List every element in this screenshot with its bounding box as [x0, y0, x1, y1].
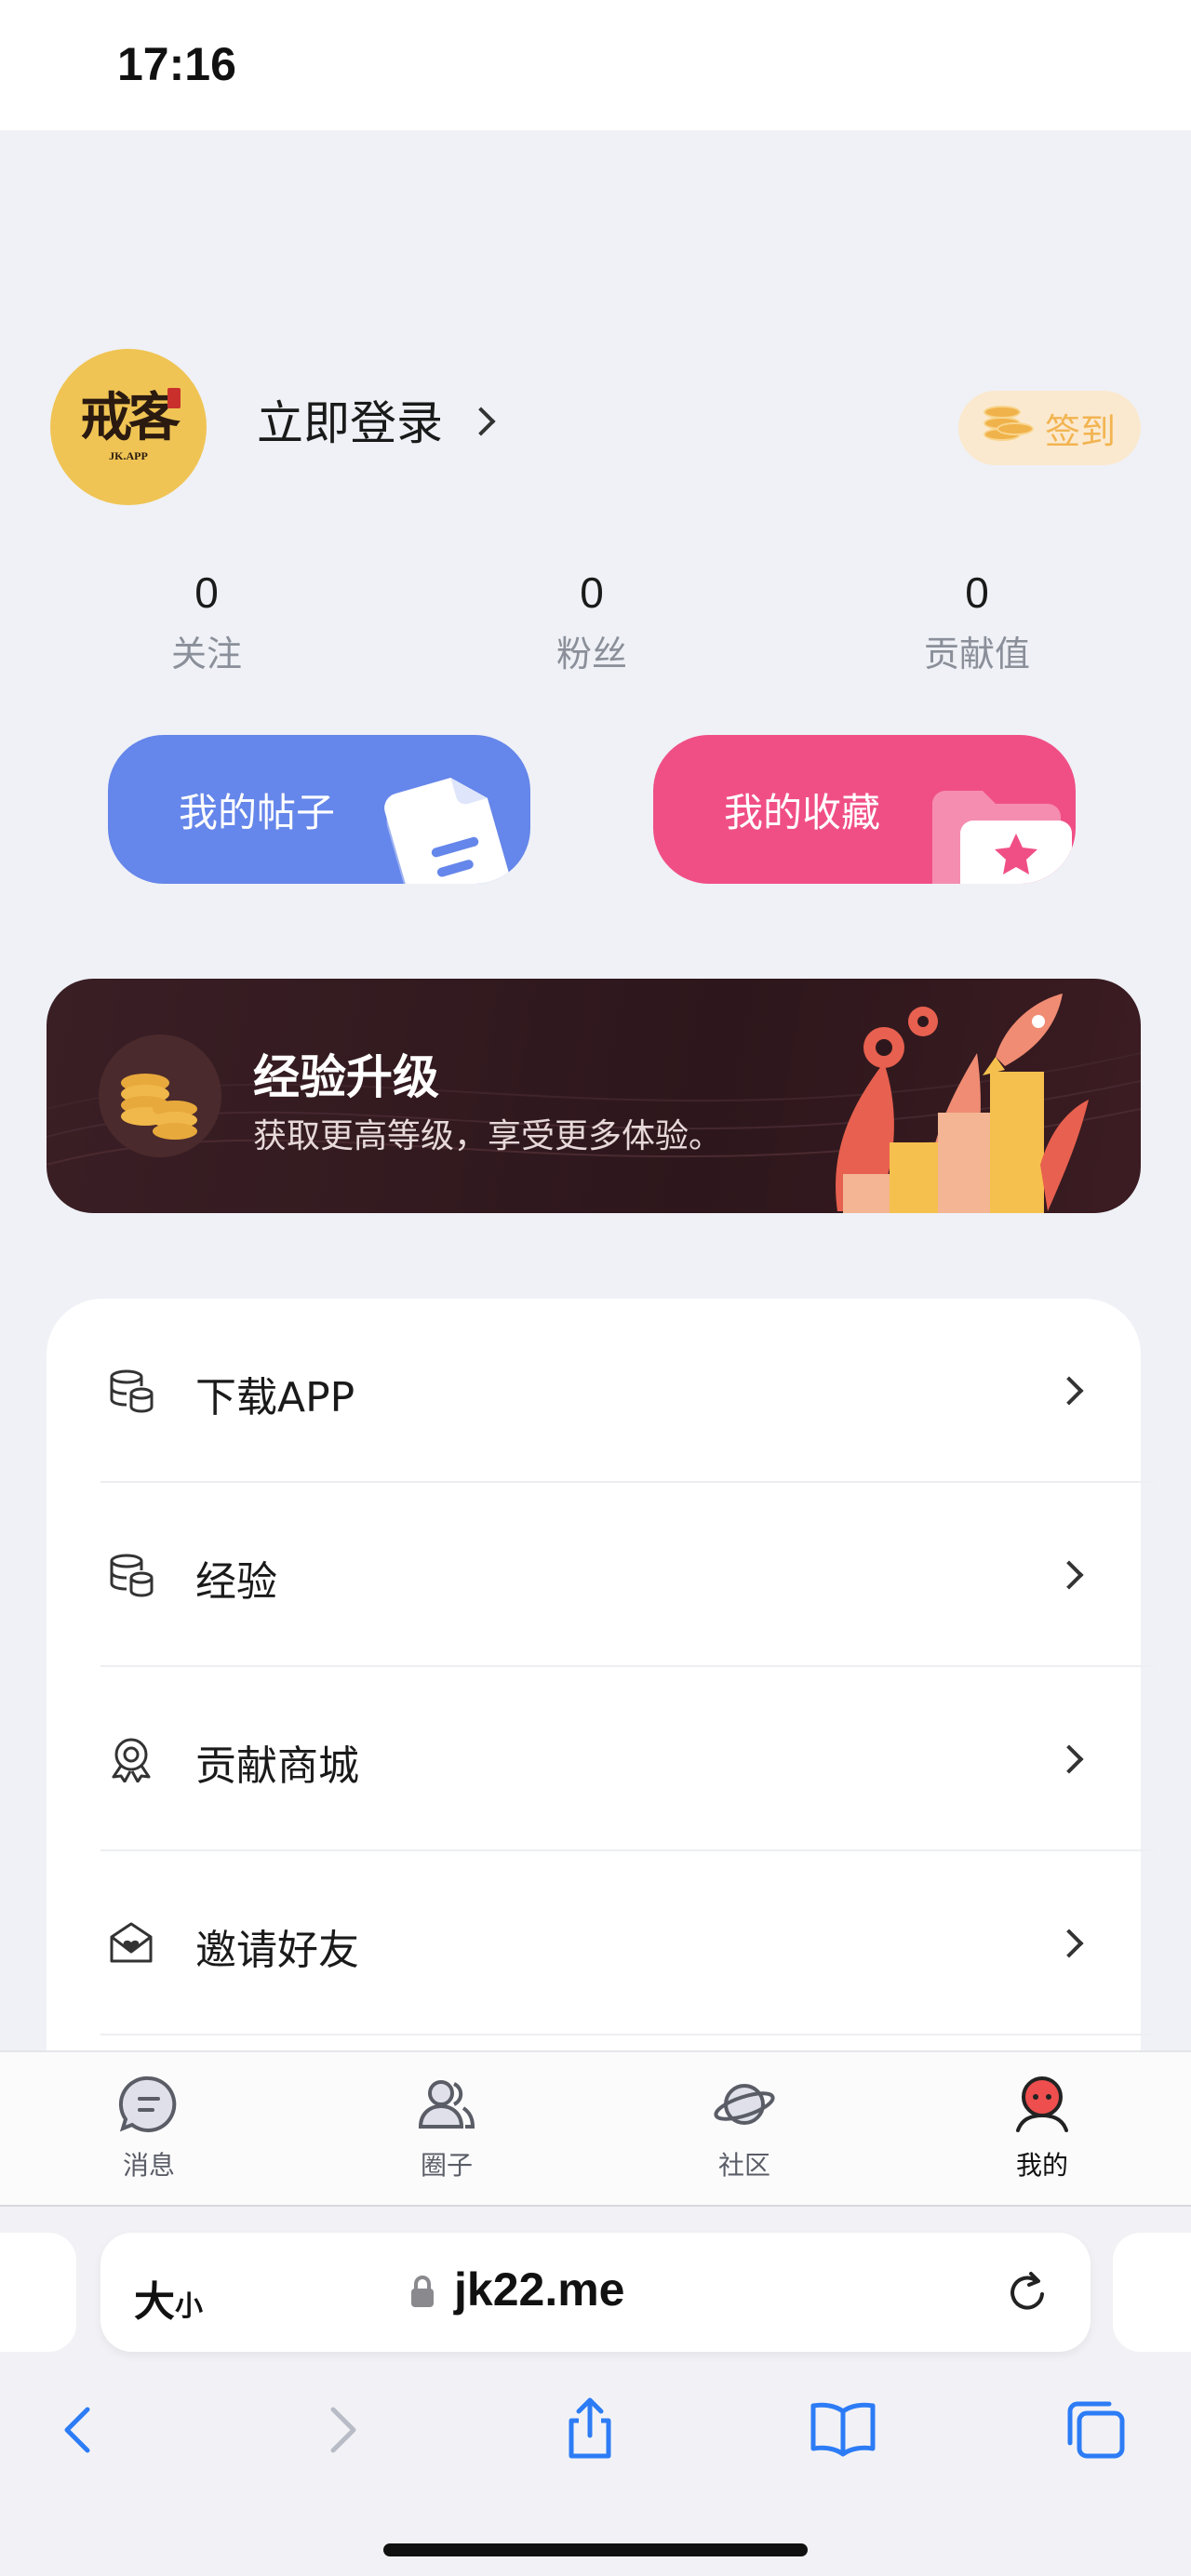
bookmarks-button[interactable] [806, 2393, 880, 2467]
experience-upgrade-banner[interactable]: 经验升级 获取更高等级，享受更多体验。 [47, 979, 1141, 1213]
menu-item-label: 经验 [195, 1558, 277, 1606]
menu-item-invite-friends[interactable]: 邀请好友 [47, 1851, 1141, 2034]
avatar-seal-mark [167, 388, 181, 408]
stat-value: 0 [194, 568, 219, 617]
next-tab-preview[interactable] [1113, 2233, 1191, 2352]
tab-circles[interactable]: 圈子 [354, 2071, 540, 2182]
document-icon [384, 777, 512, 884]
chevron-right-icon [1054, 1744, 1084, 1774]
banner-title: 经验升级 [253, 1050, 439, 1104]
address-bar[interactable]: 大小 jk22.me [100, 2233, 1091, 2352]
menu-item-contribution-store[interactable]: 贡献商城 [47, 1667, 1141, 1849]
tab-me[interactable]: 我的 [949, 2071, 1135, 2182]
text-size-small: 小 [175, 2290, 203, 2323]
signin-label: 签到 [1044, 410, 1116, 452]
message-icon [118, 2075, 177, 2132]
stat-label: 贡献值 [923, 634, 1030, 674]
profile-icon [1016, 2076, 1068, 2132]
tabs-button[interactable] [1059, 2393, 1133, 2467]
my-favorites-label: 我的收藏 [724, 790, 881, 835]
forward-button[interactable] [303, 2393, 378, 2467]
text-size-big: 大 [134, 2278, 175, 2326]
text-size-button[interactable]: 大小 [134, 2268, 203, 2328]
chevron-right-icon [330, 2407, 356, 2453]
banner-subtitle: 获取更高等级，享受更多体验。 [253, 1117, 723, 1155]
mail-heart-icon [110, 1922, 153, 1963]
avatar-logo-text: 戒客 [80, 386, 181, 448]
stat-value: 0 [580, 568, 604, 617]
stat-contribution[interactable]: 0 贡献值 [865, 567, 1089, 676]
bottom-tab-bar: 消息 圈子 社区 我的 [0, 2050, 1191, 2205]
tab-label: 消息 [122, 2150, 175, 2181]
tab-label: 我的 [1015, 2150, 1068, 2181]
login-label: 立即登录 [257, 396, 443, 450]
star-folder-icon [932, 791, 1072, 884]
coins-icon [99, 1034, 221, 1157]
my-posts-label: 我的帖子 [179, 790, 336, 835]
database-icon [110, 1369, 154, 1413]
my-posts-button[interactable]: 我的帖子 [108, 735, 530, 884]
reload-icon[interactable] [1001, 2266, 1053, 2318]
url-domain: jk22.me [454, 2263, 625, 2316]
rocket-growth-illustration [836, 994, 1089, 1213]
menu-item-label: 贡献商城 [195, 1742, 359, 1790]
menu-item-experience[interactable]: 经验 [47, 1483, 1141, 1665]
divider [100, 2034, 1154, 2035]
home-indicator [383, 2543, 808, 2556]
stat-followers[interactable]: 0 粉丝 [480, 567, 703, 676]
browser-nav-row [0, 2393, 1191, 2486]
menu-item-label: 下载APP [195, 1374, 355, 1421]
tab-messages[interactable]: 消息 [56, 2071, 242, 2182]
back-button[interactable] [43, 2393, 117, 2467]
chevron-right-icon [1054, 1560, 1084, 1590]
status-time: 17:16 [117, 38, 236, 90]
share-button[interactable] [553, 2393, 627, 2467]
coins-icon [983, 406, 1034, 450]
lock-icon [411, 2276, 434, 2307]
chevron-left-icon [64, 2407, 90, 2453]
tab-label: 圈子 [420, 2150, 473, 2181]
login-link[interactable]: 立即登录 [257, 386, 496, 453]
browser-toolbar: 大小 jk22.me [0, 2205, 1191, 2576]
menu-item-label: 邀请好友 [195, 1927, 359, 1974]
chevron-right-icon [1054, 1376, 1084, 1406]
stat-label: 关注 [170, 634, 242, 674]
avatar[interactable]: 戒客 JK.APP [50, 349, 207, 505]
stat-label: 粉丝 [555, 634, 627, 674]
avatar-logo-subtext: JK.APP [109, 448, 148, 462]
signin-button[interactable]: 签到 [958, 391, 1141, 465]
share-icon [569, 2397, 611, 2459]
group-icon [418, 2080, 475, 2129]
menu-item-download-app[interactable]: 下载APP [47, 1299, 1141, 1481]
stats-row: 0 关注 0 粉丝 0 贡献值 [0, 567, 1191, 688]
tab-label: 社区 [717, 2150, 770, 2181]
book-icon [810, 2402, 876, 2457]
database-icon [110, 1554, 154, 1597]
status-bar: 17:16 [0, 0, 1191, 130]
planet-icon [714, 2084, 775, 2125]
previous-tab-preview[interactable] [0, 2233, 76, 2352]
tab-community[interactable]: 社区 [651, 2071, 837, 2182]
tabs-icon [1067, 2401, 1125, 2459]
my-favorites-button[interactable]: 我的收藏 [653, 735, 1076, 884]
stat-following[interactable]: 0 关注 [95, 567, 318, 676]
badge-icon [112, 1738, 151, 1782]
chevron-right-icon [466, 407, 496, 436]
chevron-right-icon [1054, 1929, 1084, 1958]
stat-value: 0 [965, 568, 989, 617]
